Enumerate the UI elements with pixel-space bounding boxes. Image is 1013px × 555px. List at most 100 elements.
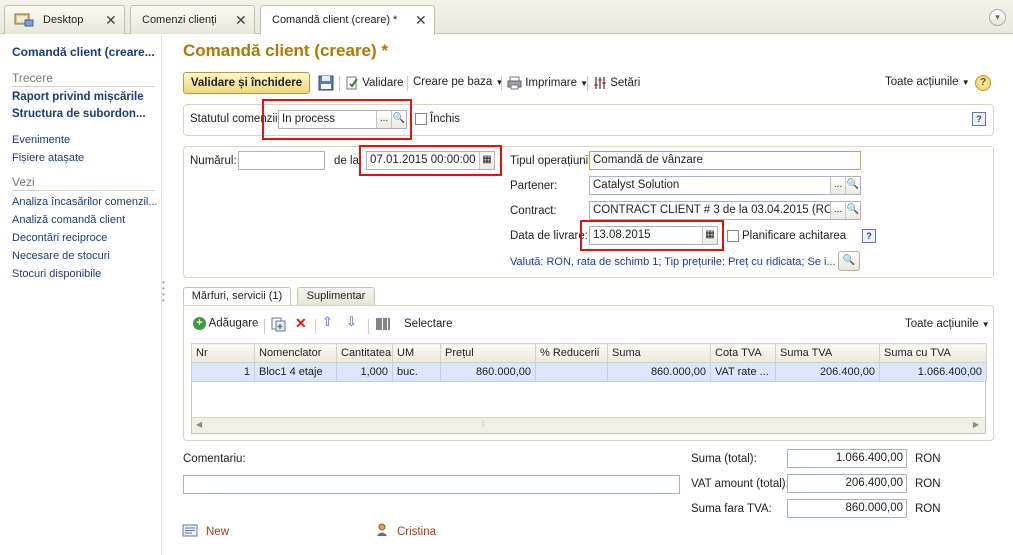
add-label: Adăugare: [208, 317, 259, 330]
copy-icon[interactable]: [271, 317, 286, 332]
number-label: Numărul:: [190, 155, 237, 167]
desktop-icon: [14, 13, 34, 27]
sidebar-item-necesare[interactable]: Necesare de stocuri: [12, 247, 161, 265]
date-label: de la:: [334, 155, 363, 167]
validate-button[interactable]: Validare: [345, 76, 404, 90]
search-icon[interactable]: 🔍: [845, 202, 860, 219]
create-based-on-button[interactable]: Creare pe baza ▼: [413, 76, 503, 88]
barcode-icon: [376, 318, 390, 330]
tab-comanda-client-label: Comandă client (creare) *: [272, 14, 398, 26]
tab-goods-services[interactable]: Mărfuri, servicii (1): [183, 287, 291, 306]
column-header[interactable]: UM: [392, 343, 441, 363]
tab-desktop-label: Desktop: [43, 14, 84, 26]
table-cell[interactable]: [535, 362, 608, 382]
search-icon[interactable]: 🔍: [845, 177, 860, 194]
column-header[interactable]: Nomenclator: [254, 343, 337, 363]
column-header[interactable]: Cantitatea: [336, 343, 393, 363]
tab-comenzi-clienti-label: Comenzi clienți: [142, 14, 217, 26]
dropdown-arrow-icon: ▼: [961, 78, 970, 87]
sidebar-item-analiza-comanda[interactable]: Analiză comandă client: [12, 211, 161, 229]
print-label: Imprimare: [525, 77, 577, 90]
sidebar-item-decontari[interactable]: Decontări reciproce: [12, 229, 161, 247]
table-cell[interactable]: 206.400,00: [775, 362, 880, 382]
chevron-down-icon[interactable]: ▾: [989, 9, 1006, 26]
sidebar-item-fisiere[interactable]: Fișiere atașate: [12, 149, 161, 167]
delete-icon[interactable]: ✕: [295, 315, 307, 332]
sidebar-item-analiza-incasari[interactable]: Analiza încasărilor comenzil...: [12, 193, 161, 211]
plan-payment-label: Planificare achitarea: [742, 230, 847, 242]
select-items-button[interactable]: Selectare: [404, 318, 453, 330]
table-cell[interactable]: Bloc1 4 etaje: [254, 362, 337, 382]
closed-checkbox[interactable]: [415, 113, 427, 125]
column-header[interactable]: Prețul: [440, 343, 536, 363]
toolbar-separator: [368, 319, 369, 334]
goods-table: Nr Nomenclator Cantitatea UM Prețul % Re…: [191, 343, 987, 382]
splitter-handle[interactable]: • • • •: [162, 279, 165, 305]
tab-suplimentar[interactable]: Suplimentar: [297, 287, 375, 305]
sum-without-vat-field: 860.000,00: [787, 499, 907, 518]
sidebar-item-structura[interactable]: Structura de subordon...: [12, 106, 161, 123]
sum-without-vat-label: Suma fara TVA:: [691, 503, 772, 515]
operation-type-field[interactable]: Comandă de vânzare: [589, 151, 861, 170]
column-header[interactable]: Suma TVA: [775, 343, 880, 363]
table-cell[interactable]: 1.066.400,00: [879, 362, 987, 382]
print-button[interactable]: Imprimare ▼: [507, 76, 588, 90]
sidebar-item-evenimente[interactable]: Evenimente: [12, 131, 161, 149]
table-cell[interactable]: 1: [191, 362, 255, 382]
dropdown-arrow-icon: ▼: [495, 78, 504, 87]
search-icon[interactable]: 🔍: [838, 251, 860, 271]
table-cell[interactable]: 860.000,00: [607, 362, 711, 382]
all-actions-menu[interactable]: Toate acțiunile ▼: [885, 76, 970, 88]
select-button[interactable]: ...: [830, 202, 845, 219]
move-up-icon[interactable]: ⇧: [322, 314, 333, 330]
currency-info-link[interactable]: Valută: RON, rata de schimb 1; Tip prețu…: [510, 256, 836, 268]
table-cell[interactable]: 860.000,00: [440, 362, 536, 382]
column-header[interactable]: Cota TVA: [710, 343, 776, 363]
comment-field[interactable]: [183, 475, 680, 494]
select-button[interactable]: ...: [830, 177, 845, 194]
contract-field[interactable]: CONTRACT CLIENT # 3 de la 03.04.2015 (RO…: [589, 201, 861, 220]
table-cell[interactable]: buc.: [392, 362, 441, 382]
close-icon[interactable]: ✕: [105, 12, 117, 29]
column-header[interactable]: % Reducerii: [535, 343, 608, 363]
sidebar-item-stocuri[interactable]: Stocuri disponibile: [12, 265, 161, 283]
help-icon[interactable]: ?: [975, 75, 991, 91]
table-cell[interactable]: 1,000: [336, 362, 393, 382]
post-and-close-button[interactable]: Validare și închidere: [183, 72, 310, 94]
tab-comenzi-clienti[interactable]: Comenzi clienți ✕: [130, 5, 255, 34]
number-field[interactable]: [238, 151, 325, 170]
tab-comanda-client[interactable]: Comandă client (creare) * ✕: [260, 5, 435, 35]
wrench-icon: [594, 77, 606, 89]
goods-all-actions-menu[interactable]: Toate acțiunile ▼: [905, 318, 990, 330]
plan-payment-checkbox[interactable]: [727, 230, 739, 242]
help-icon[interactable]: ?: [862, 229, 876, 243]
save-icon[interactable]: [318, 75, 334, 91]
comment-label: Comentariu:: [183, 453, 246, 465]
delivery-date-label: Data de livrare:: [510, 230, 588, 242]
help-icon[interactable]: ?: [972, 112, 986, 126]
partner-field[interactable]: Catalyst Solution ... 🔍: [589, 176, 861, 195]
add-button[interactable]: + Adăugare: [193, 317, 258, 330]
scroll-right-icon[interactable]: ▶: [973, 420, 979, 429]
sidebar: Comandă client (creare... Trecere Raport…: [0, 35, 162, 555]
move-down-icon[interactable]: ⇩: [346, 314, 357, 330]
column-header[interactable]: Nr: [191, 343, 255, 363]
scroll-left-icon[interactable]: ◀: [196, 420, 202, 429]
contract-value: CONTRACT CLIENT # 3 de la 03.04.2015 (RO…: [593, 204, 846, 216]
horizontal-scrollbar[interactable]: ◀ ⁞ ▶: [192, 417, 985, 433]
create-based-label: Creare pe baza: [413, 76, 493, 88]
tab-desktop[interactable]: Desktop ✕: [4, 5, 125, 34]
column-header[interactable]: Suma cu TVA: [879, 343, 987, 363]
dropdown-arrow-icon: ▼: [981, 320, 990, 329]
sidebar-header[interactable]: Comandă client (creare...: [12, 45, 161, 59]
scroll-thumb-grip[interactable]: ⁞: [482, 419, 485, 429]
currency-label: RON: [915, 478, 941, 490]
table-row[interactable]: 1 Bloc1 4 etaje 1,000 buc. 860.000,00 86…: [191, 362, 987, 382]
table-cell[interactable]: VAT rate ...: [710, 362, 776, 382]
document-state: New: [206, 526, 230, 538]
settings-button[interactable]: Setări: [593, 76, 640, 90]
close-icon[interactable]: ✕: [415, 12, 427, 29]
close-icon[interactable]: ✕: [235, 12, 247, 29]
column-header[interactable]: Suma: [607, 343, 711, 363]
sidebar-item-raport[interactable]: Raport privind mișcările: [12, 89, 161, 106]
